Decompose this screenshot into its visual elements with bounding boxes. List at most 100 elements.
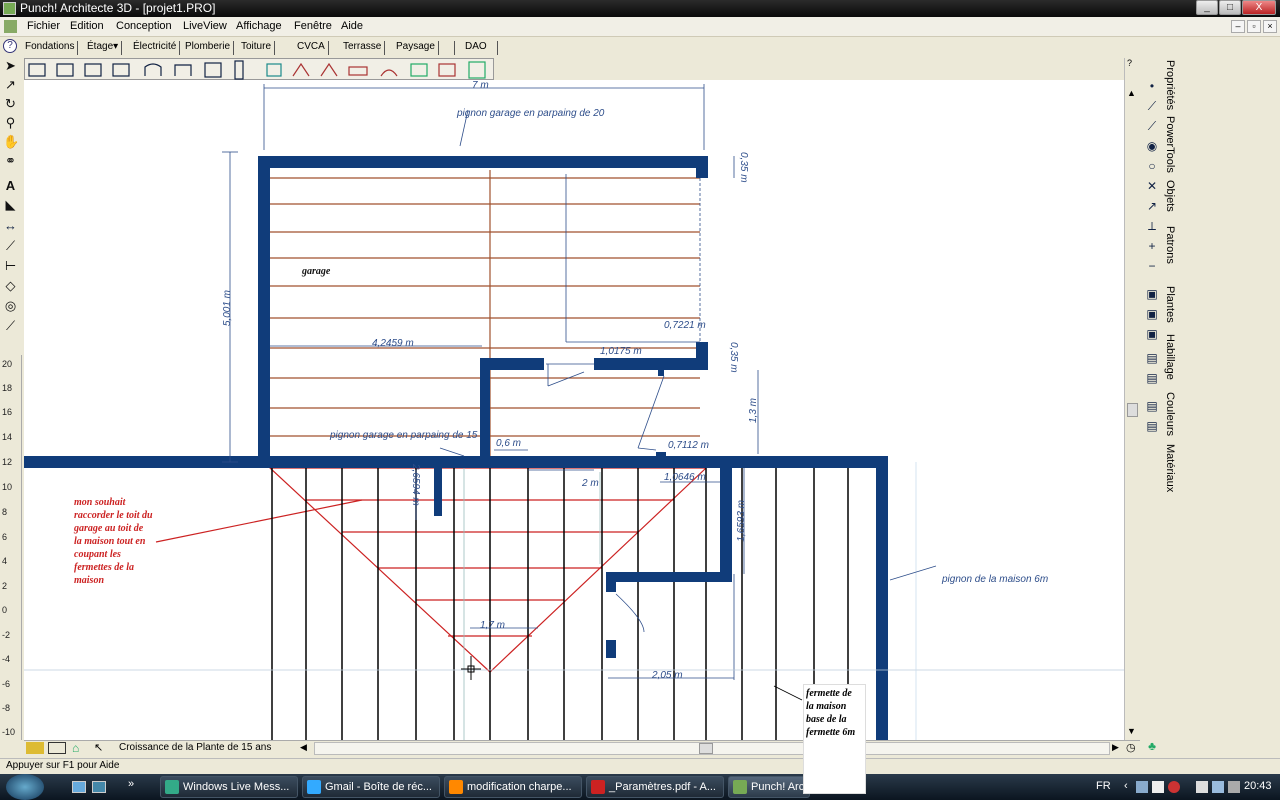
hscroll-left-icon[interactable]: ◀ xyxy=(300,742,307,753)
hscroll-thumb[interactable] xyxy=(699,743,713,754)
menu-conception[interactable]: Conception xyxy=(116,20,172,32)
menu-affichage[interactable]: Affichage xyxy=(236,20,282,32)
dim-07221[interactable]: 0,7221 m xyxy=(664,320,706,331)
add-point-icon[interactable]: + xyxy=(1144,238,1160,254)
intersect-icon[interactable]: ✕ xyxy=(1144,178,1160,194)
house-icon[interactable]: ⌂ xyxy=(72,741,79,755)
tree-icon[interactable]: ♣ xyxy=(1144,738,1160,754)
dim-10175[interactable]: 1,0175 m xyxy=(600,346,642,357)
minimize-button[interactable]: _ xyxy=(1196,0,1218,15)
slope-tool-icon[interactable]: ⟋ xyxy=(3,318,18,333)
vertical-scrollbar[interactable]: ? ▲ ▼ xyxy=(1124,58,1140,740)
dimension-tool-icon[interactable]: ↔ xyxy=(3,218,18,233)
help-icon[interactable]: ? xyxy=(3,39,17,53)
dim-13[interactable]: 1,3 m xyxy=(748,398,759,423)
dim-06[interactable]: 0,6 m xyxy=(496,438,521,449)
antivirus-icon[interactable] xyxy=(1168,781,1180,793)
help-small-icon[interactable]: ? xyxy=(1127,58,1132,68)
stack-c-icon[interactable]: ▤ xyxy=(1144,398,1160,414)
tray-expand-icon[interactable]: ‹ xyxy=(1124,780,1128,792)
start-button[interactable] xyxy=(6,774,44,800)
pointer-icon[interactable]: ↖ xyxy=(94,741,103,754)
mdi-restore-button[interactable]: ▫ xyxy=(1247,20,1261,33)
snap-icon[interactable]: ↗ xyxy=(1144,198,1160,214)
dim-7m[interactable]: 7 m xyxy=(472,80,489,91)
tab-cvca[interactable]: CVCA xyxy=(294,41,329,55)
tab-proprietes[interactable]: Propriétés xyxy=(1164,60,1176,110)
measure-tool-icon[interactable]: ⊢ xyxy=(3,258,18,273)
binoculars-icon[interactable]: ⚭ xyxy=(3,153,18,168)
dim-5001[interactable]: 5,001 m xyxy=(222,290,233,326)
hscroll-right-icon[interactable]: ▶ xyxy=(1112,742,1119,753)
language-indicator[interactable]: FR xyxy=(1096,780,1111,792)
maximize-button[interactable]: □ xyxy=(1219,0,1241,15)
stack-b-icon[interactable]: ▤ xyxy=(1144,370,1160,386)
circle-tool-icon[interactable]: ◎ xyxy=(3,298,18,313)
quicklaunch-more-icon[interactable]: » xyxy=(128,778,134,790)
multi-select-icon[interactable]: ↗ xyxy=(3,77,18,92)
scroll-down-icon[interactable]: ▼ xyxy=(1127,726,1136,736)
tab-couleurs[interactable]: Couleurs xyxy=(1164,392,1176,436)
menu-edition[interactable]: Edition xyxy=(70,20,104,32)
text-tool-icon[interactable]: A xyxy=(3,178,18,193)
car-icon[interactable] xyxy=(26,742,44,754)
task-gmail[interactable]: Gmail - Boîte de réc... xyxy=(302,776,440,798)
tab-habillage[interactable]: Habillage xyxy=(1164,334,1176,380)
zoom-icon[interactable]: ⚲ xyxy=(3,115,18,130)
device-icon[interactable] xyxy=(1196,781,1208,793)
dim-10646[interactable]: 1,0646 m xyxy=(664,472,706,483)
tab-paysage[interactable]: Paysage xyxy=(393,41,439,55)
stack-d-icon[interactable]: ▤ xyxy=(1144,418,1160,434)
remove-point-icon[interactable]: − xyxy=(1144,258,1160,274)
dim-26594[interactable]: 2,6594 m xyxy=(410,464,421,506)
task-live-messenger[interactable]: Windows Live Mess... xyxy=(160,776,298,798)
dim-17[interactable]: 1,7 m xyxy=(480,620,505,631)
switch-windows-icon[interactable] xyxy=(92,781,106,793)
tab-objets[interactable]: Objets xyxy=(1164,180,1176,212)
menu-liveview[interactable]: LiveView xyxy=(183,20,227,32)
measure-icon[interactable] xyxy=(48,742,66,754)
tab-powertools[interactable]: PowerTools xyxy=(1164,116,1176,173)
show-desktop-icon[interactable] xyxy=(72,781,86,793)
plant-growth-label[interactable]: Croissance de la Plante de 15 ans xyxy=(119,742,271,753)
tab-plomberie[interactable]: Plomberie xyxy=(182,41,235,55)
line-node-icon[interactable]: ⟋ xyxy=(1144,98,1160,114)
dim-07112[interactable]: 0,7112 m xyxy=(668,440,709,451)
task-parametres-pdf[interactable]: _Paramètres.pdf - A... xyxy=(586,776,724,798)
object-c-icon[interactable]: ▣ xyxy=(1144,326,1160,342)
pan-hand-icon[interactable]: ✋ xyxy=(3,134,19,149)
menu-fenetre[interactable]: Fenêtre xyxy=(294,20,332,32)
object-b-icon[interactable]: ▣ xyxy=(1144,306,1160,322)
stack-a-icon[interactable]: ▤ xyxy=(1144,350,1160,366)
dim-16593[interactable]: 1,6593 m xyxy=(736,500,747,542)
plan-canvas[interactable]: 7 m pignon garage en parpaing de 20 0,35… xyxy=(24,80,1124,740)
menu-fichier[interactable]: Fichier xyxy=(27,20,60,32)
mdi-minimize-button[interactable]: – xyxy=(1231,20,1245,33)
power-icon[interactable] xyxy=(1228,781,1240,793)
tab-patrons[interactable]: Patrons xyxy=(1164,226,1176,264)
close-button[interactable]: X xyxy=(1242,0,1276,15)
dim-035b[interactable]: 0,35 m xyxy=(728,342,739,373)
tab-materiaux[interactable]: Matériaux xyxy=(1164,444,1176,492)
tab-dao[interactable]: DAO xyxy=(454,41,498,55)
tab-etage[interactable]: Étage▾ xyxy=(84,41,123,55)
snap-perp-icon[interactable]: ⟂ xyxy=(1144,218,1160,234)
object-a-icon[interactable]: ▣ xyxy=(1144,286,1160,302)
tab-plantes[interactable]: Plantes xyxy=(1164,286,1176,323)
circle-center-icon[interactable]: ◉ xyxy=(1144,138,1160,154)
dim-2m[interactable]: 2 m xyxy=(582,478,599,489)
clock[interactable]: 20:43 xyxy=(1244,780,1272,792)
dim-205[interactable]: 2,05 m xyxy=(652,670,683,681)
mdi-close-button[interactable]: × xyxy=(1263,20,1277,33)
volume-icon[interactable] xyxy=(1212,781,1224,793)
task-punch[interactable]: Punch! Arc xyxy=(728,776,810,798)
line-tool-icon[interactable]: ⟋ xyxy=(3,238,18,253)
tab-toiture[interactable]: Toiture xyxy=(238,41,276,55)
dim-42459[interactable]: 4,2459 m xyxy=(372,338,414,349)
leader-arrow-icon[interactable]: ◣ xyxy=(3,197,18,212)
curve-node-icon[interactable]: ⟋ xyxy=(1144,118,1160,134)
circle-icon[interactable]: ○ xyxy=(1144,158,1160,174)
scroll-thumb[interactable] xyxy=(1127,403,1138,417)
task-modification[interactable]: modification charpe... xyxy=(444,776,582,798)
select-arrow-icon[interactable]: ➤ xyxy=(3,58,18,73)
